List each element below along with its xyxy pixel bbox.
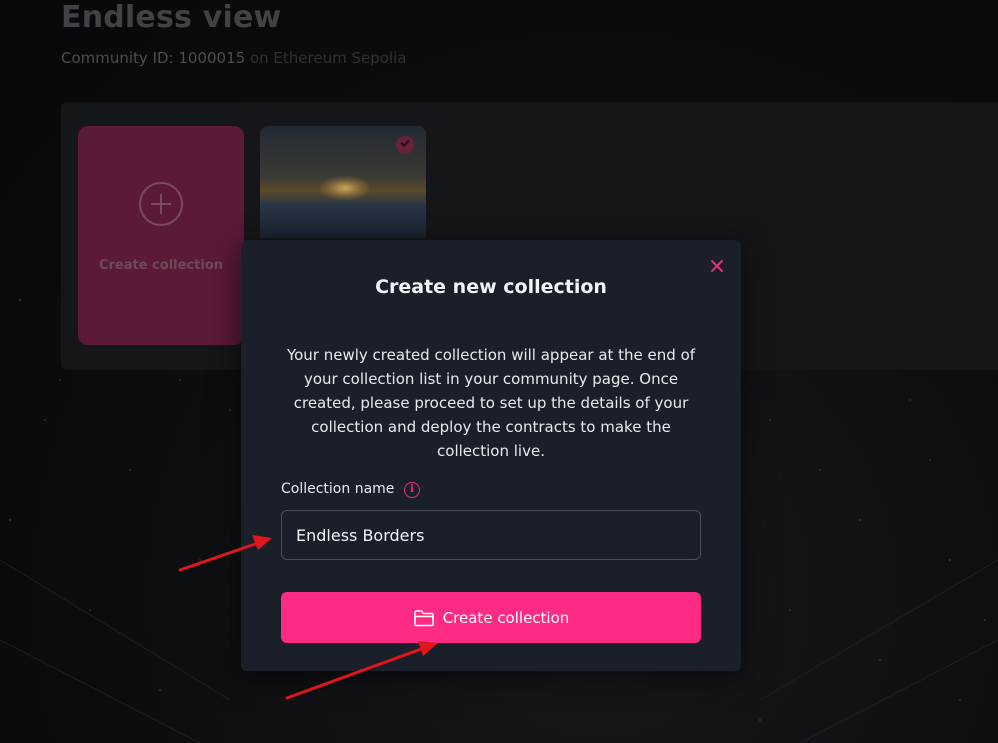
collection-name-label: Collection name <box>281 481 395 497</box>
folder-icon <box>413 609 434 626</box>
create-collection-button-label: Create collection <box>442 608 570 627</box>
create-collection-card-label: Create collection <box>98 258 224 273</box>
info-icon[interactable]: i <box>404 482 420 498</box>
check-icon <box>396 136 414 154</box>
page: Endless view Community ID: 1000015 on Et… <box>0 0 998 743</box>
community-subtitle: Community ID: 1000015 on Ethereum Sepoli… <box>61 49 406 67</box>
create-collection-modal: Create new collection Your newly created… <box>241 240 741 671</box>
close-icon[interactable] <box>708 257 726 275</box>
network-label: on Ethereum Sepolia <box>249 49 407 67</box>
create-collection-card[interactable]: Create collection <box>78 126 244 345</box>
create-collection-button[interactable]: Create collection <box>281 592 701 643</box>
collection-name-input[interactable] <box>281 510 701 560</box>
page-title: Endless view <box>61 0 282 35</box>
modal-title: Create new collection <box>375 276 607 298</box>
collection-thumbnail[interactable] <box>260 126 426 238</box>
community-id: Community ID: 1000015 <box>61 49 246 67</box>
thumbnail-image <box>320 176 370 200</box>
modal-description: Your newly created collection will appea… <box>286 346 696 460</box>
plus-circle-icon <box>139 182 183 226</box>
